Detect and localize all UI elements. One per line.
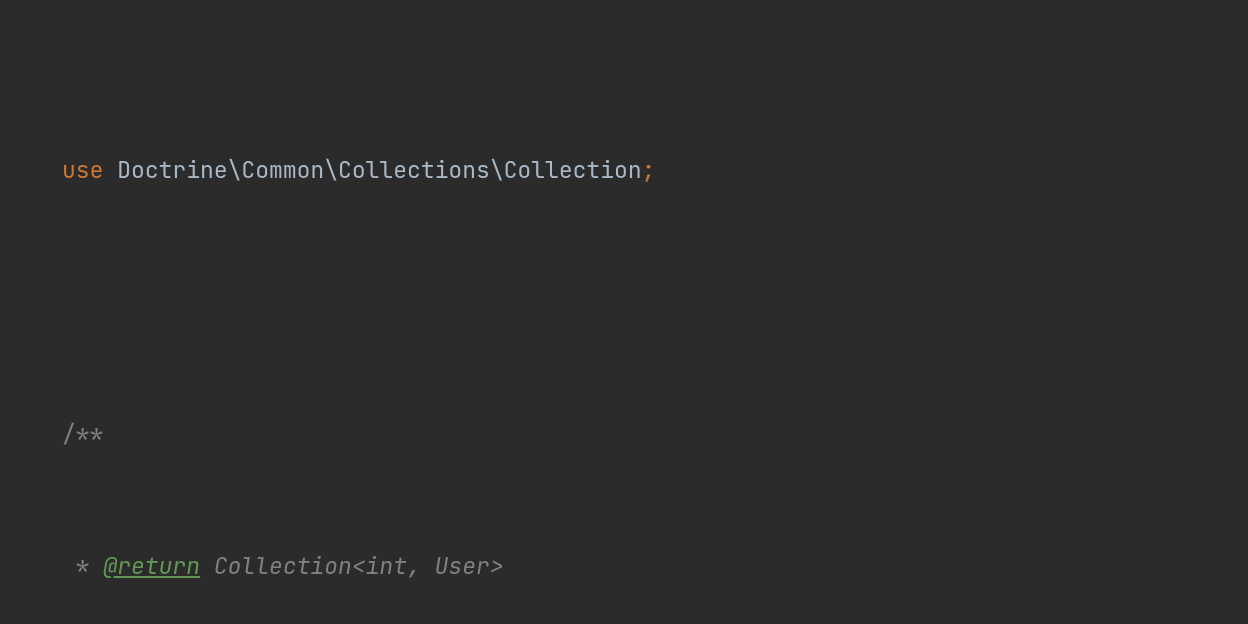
docblock-star: *: [62, 551, 103, 581]
doc-type: Collection<int, User>: [214, 551, 504, 581]
code-line[interactable]: use Doctrine\Common\Collections\Collecti…: [0, 148, 1248, 192]
code-line[interactable]: * @return Collection<int, User>: [0, 544, 1248, 588]
docblock-open: /**: [62, 419, 103, 449]
code-line-empty[interactable]: [0, 280, 1248, 324]
doc-tag-return: @return: [103, 551, 200, 581]
namespace-path: Doctrine\Common\Collections\Collection: [117, 155, 641, 185]
semicolon: ;: [642, 155, 656, 185]
keyword-use: use: [62, 155, 103, 185]
code-line[interactable]: /**: [0, 412, 1248, 456]
code-editor[interactable]: use Doctrine\Common\Collections\Collecti…: [0, 0, 1248, 624]
